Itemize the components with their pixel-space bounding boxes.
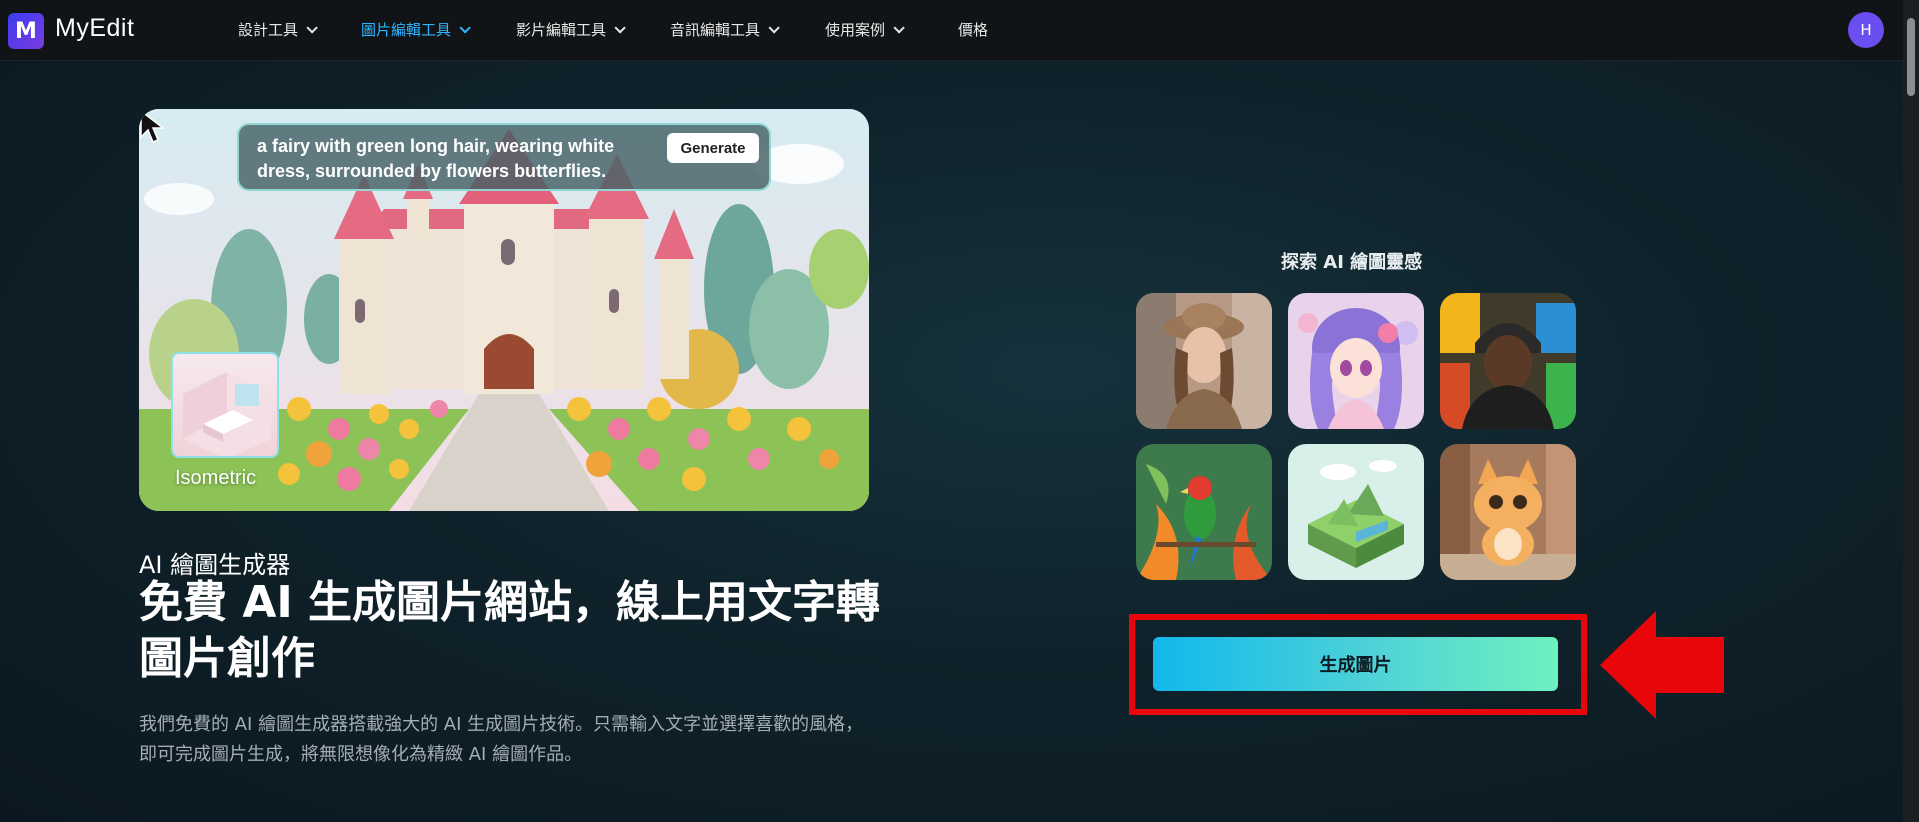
- nav-design-tools[interactable]: 設計工具: [238, 19, 318, 40]
- brand-name[interactable]: MyEdit: [55, 14, 134, 43]
- nav-use-cases[interactable]: 使用案例: [825, 19, 905, 40]
- prompt-preview-box: a fairy with green long hair, wearing wh…: [237, 123, 771, 191]
- isometric-room-illustration: [183, 372, 271, 456]
- inspiration-tile-woman-portrait[interactable]: [1136, 293, 1272, 429]
- top-navigation-bar: M MyEdit 設計工具 圖片編輯工具 影片編輯工具 音訊編輯工具 使用案例 …: [0, 0, 1919, 61]
- inspiration-tile-cartoon-cat[interactable]: [1440, 444, 1576, 580]
- inspiration-tile-anime-girl[interactable]: [1288, 293, 1424, 429]
- isometric-style-thumbnail: [171, 352, 279, 458]
- scrollbar-thumb[interactable]: [1907, 18, 1915, 96]
- mouse-cursor-icon: [140, 109, 166, 143]
- style-label: Isometric: [175, 467, 257, 489]
- user-avatar[interactable]: H: [1848, 12, 1884, 48]
- page-description: 我們免費的 AI 繪圖生成器搭載強大的 AI 生成圖片技術。只需輸入文字並選擇喜…: [139, 714, 864, 765]
- chevron-down-icon: [768, 21, 780, 34]
- nav-audio-editing-tools[interactable]: 音訊編輯工具: [670, 19, 780, 40]
- page-scrollbar[interactable]: [1903, 0, 1919, 822]
- chevron-down-icon: [893, 21, 905, 34]
- myedit-logo-icon[interactable]: M: [8, 13, 44, 49]
- inspiration-tile-parrot[interactable]: [1136, 444, 1272, 580]
- nav-label: 音訊編輯工具: [670, 21, 761, 39]
- nav-label: 影片編輯工具: [516, 21, 607, 39]
- preview-generate-button: Generate: [667, 133, 759, 163]
- hero-showcase-image: a fairy with green long hair, wearing wh…: [139, 109, 869, 511]
- nav-label: 圖片編輯工具: [361, 21, 452, 39]
- nav-pricing[interactable]: 價格: [958, 19, 988, 40]
- inspiration-tile-graffiti-man[interactable]: [1440, 293, 1576, 429]
- nav-image-editing-tools[interactable]: 圖片編輯工具: [361, 19, 471, 40]
- prompt-preview-text: a fairy with green long hair, wearing wh…: [257, 136, 615, 181]
- pointer-arrow-icon: [1600, 611, 1724, 719]
- generate-image-button[interactable]: 生成圖片: [1153, 637, 1558, 691]
- page-title: 免費 AI 生成圖片網站，線上用文字轉圖片創作: [139, 577, 881, 684]
- chevron-down-icon: [614, 21, 626, 34]
- chevron-down-icon: [459, 21, 471, 34]
- nav-video-editing-tools[interactable]: 影片編輯工具: [516, 19, 626, 40]
- nav-label: 價格: [958, 21, 989, 39]
- nav-label: 使用案例: [825, 21, 886, 39]
- nav-label: 設計工具: [238, 21, 299, 39]
- inspiration-title: 探索 AI 繪圖靈感: [1281, 252, 1423, 273]
- chevron-down-icon: [306, 21, 318, 34]
- inspiration-tile-isometric-landscape[interactable]: [1288, 444, 1424, 580]
